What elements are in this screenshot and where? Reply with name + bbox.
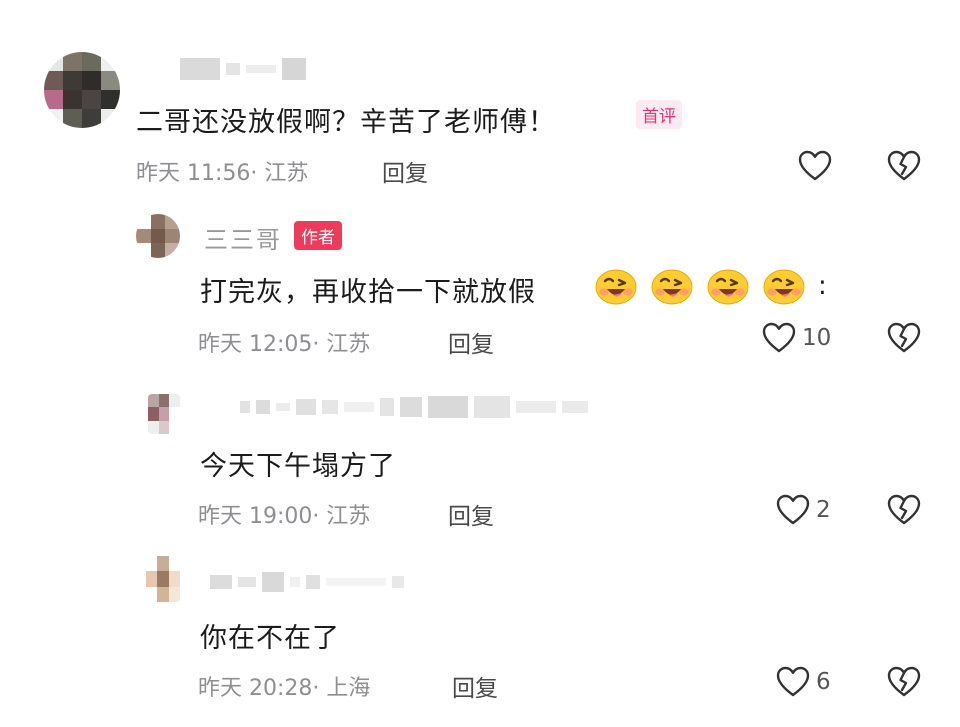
comment-text: 今天下午塌方了 bbox=[200, 451, 396, 482]
like-count: 2 bbox=[816, 497, 831, 523]
dislike-button[interactable] bbox=[887, 150, 921, 186]
comment-thread: 二哥还没放假啊？辛苦了老师傅！ 首评 昨天 11:56· 江苏 回复 三三哥 作… bbox=[0, 0, 960, 727]
comment-meta: 昨天 11:56· 江苏 bbox=[136, 155, 308, 187]
reply-button[interactable]: 回复 bbox=[452, 669, 498, 703]
location: · 江苏 bbox=[312, 332, 371, 357]
username-blurred[interactable] bbox=[210, 572, 404, 592]
username-blurred[interactable] bbox=[240, 396, 588, 418]
grinning-wink-emoji bbox=[651, 269, 693, 305]
emoji-row: : bbox=[594, 266, 828, 306]
comment-body: 打完灰，再收拾一下就放假 bbox=[200, 277, 536, 308]
grinning-wink-emoji bbox=[763, 269, 805, 305]
author-name[interactable]: 三三哥 bbox=[204, 220, 282, 255]
avatar[interactable] bbox=[148, 394, 180, 434]
author-avatar[interactable] bbox=[136, 214, 180, 258]
dislike-button[interactable] bbox=[887, 666, 921, 702]
timestamp: 昨天 19:00 bbox=[198, 504, 313, 529]
reply-button[interactable]: 回复 bbox=[382, 154, 428, 188]
comment-meta: 昨天 19:00· 江苏 bbox=[198, 498, 370, 530]
like-count: 6 bbox=[816, 669, 831, 695]
timestamp: 昨天 12:05 bbox=[198, 332, 313, 357]
author-badge: 作者 bbox=[294, 221, 342, 250]
grinning-wink-emoji bbox=[595, 269, 637, 305]
comment-text: 二哥还没放假啊？辛苦了老师傅！ bbox=[136, 107, 556, 138]
like-count: 10 bbox=[802, 325, 832, 351]
comment-text: 你在不在了 bbox=[200, 623, 340, 654]
like-button[interactable]: 10 bbox=[762, 322, 831, 354]
heart-outline-icon bbox=[798, 150, 832, 181]
location: · 上海 bbox=[312, 676, 371, 701]
username-blurred[interactable] bbox=[180, 58, 306, 80]
broken-heart-icon bbox=[887, 494, 921, 525]
broken-heart-icon bbox=[887, 666, 921, 697]
dislike-button[interactable] bbox=[887, 322, 921, 358]
dislike-button[interactable] bbox=[887, 494, 921, 530]
comment-meta: 昨天 12:05· 江苏 bbox=[198, 326, 370, 358]
reply-button[interactable]: 回复 bbox=[448, 497, 494, 531]
broken-heart-icon bbox=[887, 322, 921, 353]
like-button[interactable] bbox=[798, 150, 838, 182]
reply-button[interactable]: 回复 bbox=[448, 325, 494, 359]
comment-meta: 昨天 20:28· 上海 bbox=[198, 670, 370, 702]
comment-text: 打完灰，再收拾一下就放假 bbox=[200, 270, 536, 309]
avatar[interactable] bbox=[146, 556, 180, 602]
timestamp: 昨天 11:56 bbox=[136, 161, 251, 186]
heart-outline-icon bbox=[776, 666, 810, 697]
avatar[interactable] bbox=[44, 52, 120, 128]
location: · 江苏 bbox=[250, 161, 309, 186]
first-comment-badge: 首评 bbox=[636, 100, 682, 129]
comment-suffix: : bbox=[818, 271, 828, 301]
heart-outline-icon bbox=[762, 322, 796, 353]
grinning-wink-emoji bbox=[707, 269, 749, 305]
location: · 江苏 bbox=[312, 504, 371, 529]
like-button[interactable]: 2 bbox=[776, 494, 831, 526]
timestamp: 昨天 20:28 bbox=[198, 676, 313, 701]
broken-heart-icon bbox=[887, 150, 921, 181]
like-button[interactable]: 6 bbox=[776, 666, 831, 698]
heart-outline-icon bbox=[776, 494, 810, 525]
